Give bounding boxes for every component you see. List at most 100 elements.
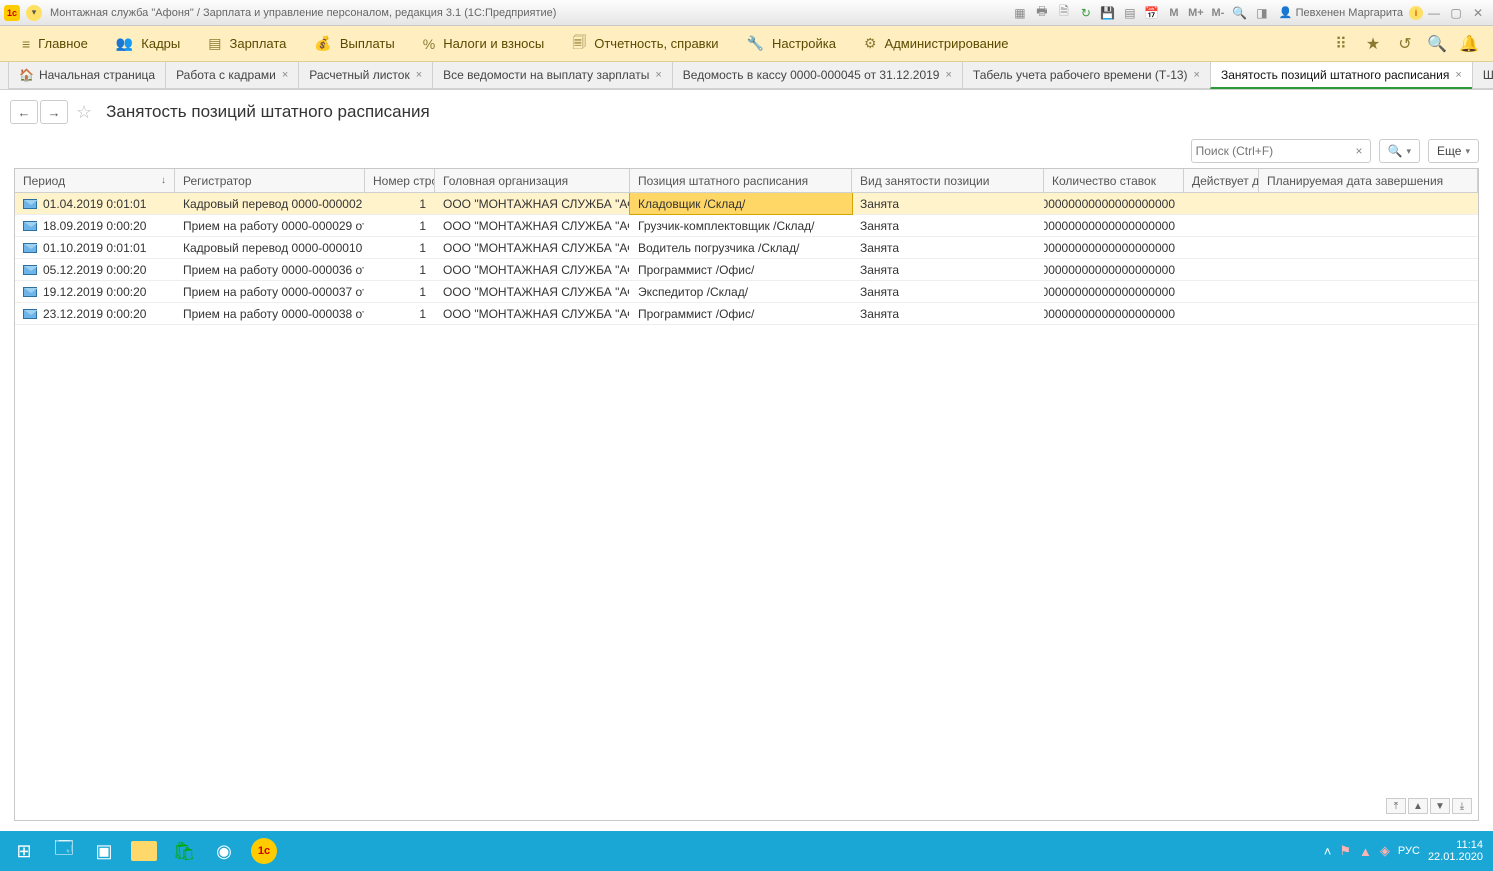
- close-icon[interactable]: ×: [1455, 69, 1461, 81]
- tab-t13[interactable]: Табель учета рабочего времени (Т-13)×: [962, 62, 1211, 89]
- m-minus-button[interactable]: M-: [1209, 4, 1227, 22]
- tab-staffing-positions[interactable]: Занятость позиций штатного расписания×: [1210, 62, 1473, 89]
- favorite-icon[interactable]: ★: [1361, 32, 1385, 56]
- scroll-end-button[interactable]: ⤓: [1452, 798, 1472, 814]
- calendar-icon[interactable]: 📅: [1143, 4, 1161, 22]
- tray-up-icon[interactable]: ˄: [1324, 844, 1332, 859]
- menu-admin[interactable]: ⚙Администрирование: [850, 26, 1023, 61]
- explorer-icon[interactable]: [124, 835, 164, 867]
- calc-icon[interactable]: ▤: [1121, 4, 1139, 22]
- tab-staffing-layout[interactable]: Штатная расстановка×: [1472, 62, 1493, 89]
- chrome-icon[interactable]: ◉: [204, 835, 244, 867]
- col-label: Период: [23, 174, 65, 188]
- tray-flag-icon[interactable]: ⚑: [1339, 843, 1351, 859]
- menu-hr[interactable]: 👥Кадры: [102, 26, 194, 61]
- menu-label: Зарплата: [229, 36, 286, 51]
- tray-clock[interactable]: 11:14 22.01.2020: [1428, 839, 1483, 863]
- search-input[interactable]: [1196, 144, 1353, 158]
- search-icon[interactable]: 🔍: [1425, 32, 1449, 56]
- cell: [1184, 237, 1259, 258]
- col-plan[interactable]: Планируемая дата завершения: [1259, 169, 1478, 192]
- table-row[interactable]: 23.12.2019 0:00:20Прием на работу 0000-0…: [15, 303, 1478, 325]
- cell: Прием на работу 0000-000038 от 23.1...: [175, 303, 365, 324]
- col-period[interactable]: Период↓: [15, 169, 175, 192]
- tray-shield-icon[interactable]: ▲: [1359, 844, 1372, 859]
- col-label: Номер строки: [373, 174, 435, 188]
- table-row[interactable]: 01.10.2019 0:01:01Кадровый перевод 0000-…: [15, 237, 1478, 259]
- cell: Занята: [852, 259, 1044, 280]
- close-icon[interactable]: ×: [416, 69, 422, 81]
- more-button[interactable]: Еще▾: [1428, 139, 1479, 163]
- tab-all-payrolls[interactable]: Все ведомости на выплату зарплаты×: [432, 62, 673, 89]
- start-button[interactable]: ⊞: [4, 835, 44, 867]
- tab-label: Работа с кадрами: [176, 68, 276, 82]
- m-plus-button[interactable]: M+: [1187, 4, 1205, 22]
- logo-1c-icon: 1c: [4, 5, 20, 21]
- cell: Занята: [852, 281, 1044, 302]
- scroll-up-button[interactable]: ▲: [1408, 798, 1428, 814]
- table-row[interactable]: 05.12.2019 0:00:20Прием на работу 0000-0…: [15, 259, 1478, 281]
- tab-payslip[interactable]: Расчетный листок×: [298, 62, 433, 89]
- save-icon[interactable]: 💾: [1099, 4, 1117, 22]
- cell: [1184, 303, 1259, 324]
- page-header: ← → ☆ Занятость позиций штатного расписа…: [0, 90, 1493, 134]
- col-status[interactable]: Вид занятости позиции: [852, 169, 1044, 192]
- current-user[interactable]: 👤 Певхенен Маргарита: [1279, 6, 1403, 19]
- clear-search-button[interactable]: ×: [1353, 144, 1366, 158]
- nav-forward-button[interactable]: →: [40, 100, 68, 124]
- zoom-icon[interactable]: 🔍: [1231, 4, 1249, 22]
- cell: 1: [365, 237, 435, 258]
- scroll-down-button[interactable]: ▼: [1430, 798, 1450, 814]
- menu-reports[interactable]: 🗐Отчетность, справки: [558, 26, 732, 61]
- maximize-button[interactable]: ▢: [1447, 4, 1465, 22]
- history-icon[interactable]: ↺: [1393, 32, 1417, 56]
- apps-icon[interactable]: ⠿: [1329, 32, 1353, 56]
- col-registrar[interactable]: Регистратор: [175, 169, 365, 192]
- scroll-home-button[interactable]: ⤒: [1386, 798, 1406, 814]
- table-row[interactable]: 19.12.2019 0:00:20Прием на работу 0000-0…: [15, 281, 1478, 303]
- close-icon[interactable]: ×: [1194, 69, 1200, 81]
- info-icon[interactable]: i: [1409, 6, 1423, 20]
- cell: [1259, 281, 1478, 302]
- col-line[interactable]: Номер строки: [365, 169, 435, 192]
- menu-taxes[interactable]: %Налоги и взносы: [409, 26, 559, 61]
- tab-cash-statement[interactable]: Ведомость в кассу 0000-000045 от 31.12.2…: [672, 62, 963, 89]
- menu-salary[interactable]: ▤Зарплата: [194, 26, 300, 61]
- powershell-icon[interactable]: ▣: [84, 835, 124, 867]
- grid-body[interactable]: 01.04.2019 0:01:01Кадровый перевод 0000-…: [15, 193, 1478, 820]
- taskview-icon[interactable]: 🗔: [44, 835, 84, 867]
- close-button[interactable]: ✕: [1469, 4, 1487, 22]
- home-icon: 🏠: [19, 68, 34, 82]
- favorite-toggle[interactable]: ☆: [76, 102, 92, 123]
- col-org[interactable]: Головная организация: [435, 169, 630, 192]
- grid-icon[interactable]: ▦: [1011, 4, 1029, 22]
- col-position[interactable]: Позиция штатного расписания: [630, 169, 852, 192]
- doc-icon[interactable]: 🗎: [1055, 4, 1073, 22]
- print-icon[interactable]: 🖶: [1033, 4, 1051, 22]
- tray-lang[interactable]: РУС: [1398, 845, 1420, 857]
- col-until[interactable]: Действует до: [1184, 169, 1259, 192]
- minimize-button[interactable]: —: [1425, 4, 1443, 22]
- close-icon[interactable]: ×: [945, 69, 951, 81]
- m-button[interactable]: M: [1165, 4, 1183, 22]
- refresh-icon[interactable]: ↻: [1077, 4, 1095, 22]
- table-row[interactable]: 18.09.2019 0:00:20Прием на работу 0000-0…: [15, 215, 1478, 237]
- table-row[interactable]: 01.04.2019 0:01:01Кадровый перевод 0000-…: [15, 193, 1478, 215]
- app-1c-icon[interactable]: 1c: [244, 835, 284, 867]
- tab-home[interactable]: 🏠 Начальная страница: [8, 62, 166, 89]
- system-menu-button[interactable]: ▾: [26, 5, 42, 21]
- store-icon[interactable]: 🛍: [164, 835, 204, 867]
- close-icon[interactable]: ×: [655, 69, 661, 81]
- menu-payments[interactable]: 💰Выплаты: [300, 26, 408, 61]
- bell-icon[interactable]: 🔔: [1457, 32, 1481, 56]
- search-box[interactable]: ×: [1191, 139, 1371, 163]
- close-icon[interactable]: ×: [282, 69, 288, 81]
- col-rate[interactable]: Количество ставок: [1044, 169, 1184, 192]
- tab-work-hr[interactable]: Работа с кадрами ×: [165, 62, 299, 89]
- tray-network-icon[interactable]: ◈: [1380, 843, 1390, 859]
- nav-back-button[interactable]: ←: [10, 100, 38, 124]
- menu-settings[interactable]: 🔧Настройка: [733, 26, 850, 61]
- menu-main[interactable]: ≡Главное: [8, 26, 102, 61]
- search-dropdown-button[interactable]: 🔍 ▾: [1379, 139, 1420, 163]
- panels-icon[interactable]: ◨: [1253, 4, 1271, 22]
